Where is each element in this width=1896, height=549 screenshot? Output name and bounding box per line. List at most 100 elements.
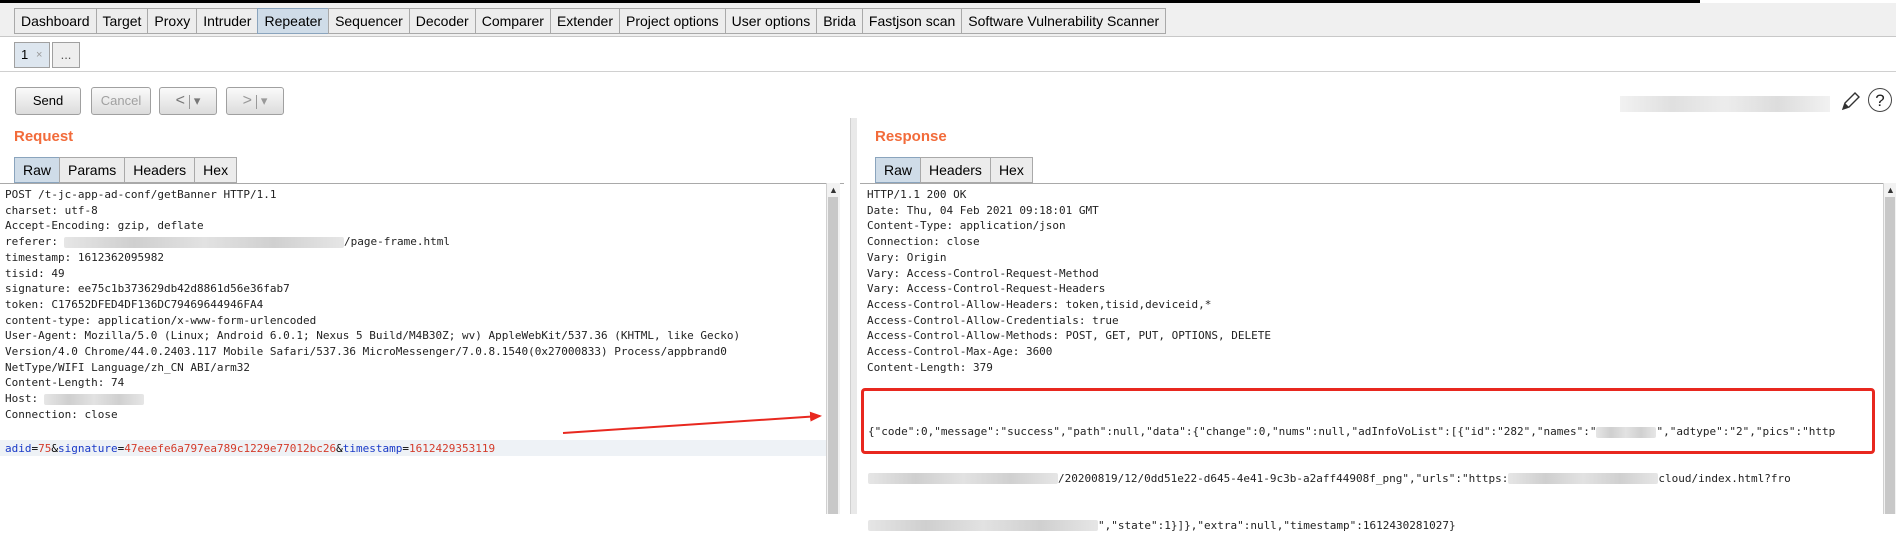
response-scrollbar[interactable]: ▲ xyxy=(1883,183,1896,514)
response-title: Response xyxy=(875,128,947,145)
tab-brida[interactable]: Brida xyxy=(816,8,863,34)
request-line: timestamp: 1612362095982 xyxy=(5,250,740,266)
response-tab-raw[interactable]: Raw xyxy=(875,157,922,183)
request-view-tabs: Raw Params Headers Hex xyxy=(14,157,238,183)
param-key: adid xyxy=(5,442,32,455)
tab-comparer[interactable]: Comparer xyxy=(474,8,551,34)
response-line: Date: Thu, 04 Feb 2021 09:18:01 GMT xyxy=(867,203,1099,217)
request-line-text: Content-Length: 74 xyxy=(5,376,125,390)
response-tab-hex[interactable]: Hex xyxy=(989,157,1033,183)
param-value: 47eeefe6a797ea789c1229e77012bc26 xyxy=(124,442,337,455)
request-line: NetType/WIFI Language/zh_CN ABI/arm32 xyxy=(5,360,740,376)
param-key: signature xyxy=(58,442,118,455)
edit-target-icon[interactable] xyxy=(1840,90,1862,112)
request-line-text: NetType/WIFI Language/zh_CN ABI/arm32 xyxy=(5,360,251,374)
tab-repeater[interactable]: Repeater xyxy=(257,8,330,34)
request-line-text: charset: utf-8 xyxy=(5,203,98,217)
request-raw-text[interactable]: POST /t-jc-app-ad-conf/getBanner HTTP/1.… xyxy=(5,187,740,423)
param-separator: & xyxy=(51,442,58,455)
tab-software-vulnerability-scanner[interactable]: Software Vulnerability Scanner xyxy=(961,8,1167,34)
request-tab-hex[interactable]: Hex xyxy=(194,157,238,183)
request-body-params[interactable]: adid=75&signature=47eeefe6a797ea789c1229… xyxy=(5,442,495,455)
request-line: signature: ee75c1b373629db42d8861d56e36f… xyxy=(5,281,740,297)
dropdown-icon[interactable]: ▾ xyxy=(194,93,201,108)
request-tab-raw[interactable]: Raw xyxy=(14,157,61,183)
response-scroll-thumb[interactable] xyxy=(1885,197,1895,514)
request-title: Request xyxy=(14,128,74,145)
json-line-3: ","state":1}]},"extra":null,"timestamp":… xyxy=(1098,518,1456,532)
json-line-2a: /20200819/12/0dd51e22-d645-4e41-9c3b-a2a… xyxy=(1058,471,1509,485)
target-host-redacted[interactable] xyxy=(1620,96,1830,112)
response-tab-headers[interactable]: Headers xyxy=(920,157,991,183)
response-raw-text[interactable]: HTTP/1.1 200 OK Date: Thu, 04 Feb 2021 09… xyxy=(867,187,1271,375)
request-line: POST /t-jc-app-ad-conf/getBanner HTTP/1.… xyxy=(5,187,740,203)
param-separator: & xyxy=(336,442,343,455)
request-line: Connection: close xyxy=(5,407,740,423)
cancel-button[interactable]: Cancel xyxy=(91,87,151,115)
request-line: token: C17652DFED4DF136DC79469644946FA4 xyxy=(5,297,740,313)
response-line: HTTP/1.1 200 OK xyxy=(867,188,967,201)
request-line: Version/4.0 Chrome/44.0.2403.117 Mobile … xyxy=(5,344,740,360)
history-forward-button[interactable]: > ▾ xyxy=(226,87,284,115)
request-line: Host: xyxy=(5,391,740,407)
tab-dashboard[interactable]: Dashboard xyxy=(14,8,97,34)
redacted-value xyxy=(1508,473,1659,485)
chevron-right-icon: > xyxy=(242,92,252,109)
request-tab-headers[interactable]: Headers xyxy=(124,157,196,183)
json-line-2b: cloud/index.html?fro xyxy=(1658,471,1791,485)
param-value: 1612429353119 xyxy=(409,442,496,455)
request-line-text: POST /t-jc-app-ad-conf/getBanner HTTP/1.… xyxy=(5,188,277,201)
param-key: timestamp xyxy=(342,442,403,455)
request-editor[interactable]: POST /t-jc-app-ad-conf/getBanner HTTP/1.… xyxy=(0,183,844,515)
request-line-text: content-type: application/x-www-form-url… xyxy=(5,313,317,327)
tab-target[interactable]: Target xyxy=(95,8,149,34)
request-line-text: Connection: close xyxy=(5,407,118,421)
request-line: User-Agent: Mozilla/5.0 (Linux; Android … xyxy=(5,328,740,344)
new-tab-button[interactable]: ... xyxy=(52,42,80,68)
highlight-box-annotation xyxy=(861,388,1875,454)
request-tab-params[interactable]: Params xyxy=(59,157,126,183)
tab-proxy[interactable]: Proxy xyxy=(147,8,198,34)
redacted-value xyxy=(868,473,1058,485)
history-back-button[interactable]: < ▾ xyxy=(159,87,217,115)
request-line-text: tisid: 49 xyxy=(5,266,65,280)
response-view-tabs: Raw Headers Hex xyxy=(875,157,1033,183)
repeater-toolbar: Send Cancel < ▾ > ▾ xyxy=(0,72,1896,127)
response-line: Access-Control-Allow-Credentials: true xyxy=(867,313,1119,327)
param-value: 75 xyxy=(38,442,52,455)
close-tab-icon[interactable]: × xyxy=(36,43,42,67)
dropdown-icon[interactable]: ▾ xyxy=(261,93,268,108)
pane-splitter[interactable] xyxy=(850,118,857,514)
tab-intruder[interactable]: Intruder xyxy=(196,8,259,34)
tab-decoder[interactable]: Decoder xyxy=(408,8,476,34)
chevron-left-icon: < xyxy=(175,92,185,109)
tab-sequencer[interactable]: Sequencer xyxy=(328,8,410,34)
send-button[interactable]: Send xyxy=(15,87,81,115)
request-scroll-thumb[interactable] xyxy=(828,197,838,514)
request-line-text: token: C17652DFED4DF136DC79469644946FA4 xyxy=(5,297,264,311)
tab-fastjson-scan[interactable]: Fastjson scan xyxy=(861,8,963,34)
request-scrollbar[interactable]: ▲ xyxy=(826,183,840,514)
main-tabs: Dashboard Target Proxy Intruder Repeater Sequ… xyxy=(14,8,1167,34)
request-line: charset: utf-8 xyxy=(5,203,740,219)
request-line-text: Accept-Encoding: gzip, deflate xyxy=(5,219,204,233)
request-line-text: signature: ee75c1b373629db42d8861d56e36f… xyxy=(5,282,290,296)
tab-user-options[interactable]: User options xyxy=(724,8,818,34)
request-line: Content-Length: 74 xyxy=(5,375,740,391)
response-line: Access-Control-Allow-Headers: token,tisi… xyxy=(867,297,1212,311)
redacted-value xyxy=(44,393,145,405)
tab-extender[interactable]: Extender xyxy=(549,8,620,34)
redacted-value xyxy=(868,520,1098,532)
main-tab-bar: Dashboard Target Proxy Intruder Repeater Sequ… xyxy=(0,3,1896,37)
request-line: referer: /page-frame.html xyxy=(5,234,740,250)
response-line: Access-Control-Max-Age: 3600 xyxy=(867,345,1053,359)
repeater-tab-1[interactable]: 1 × xyxy=(14,42,50,68)
response-line: Connection: close xyxy=(867,235,980,249)
response-line: Vary: Origin xyxy=(867,250,947,264)
scroll-up-icon[interactable]: ▲ xyxy=(1886,185,1895,195)
tab-project-options[interactable]: Project options xyxy=(619,8,726,34)
scroll-up-icon[interactable]: ▲ xyxy=(829,185,838,195)
repeater-tab-bar: 1 × ... xyxy=(0,37,1896,72)
redacted-value xyxy=(63,236,344,248)
help-icon[interactable]: ? xyxy=(1868,88,1892,112)
